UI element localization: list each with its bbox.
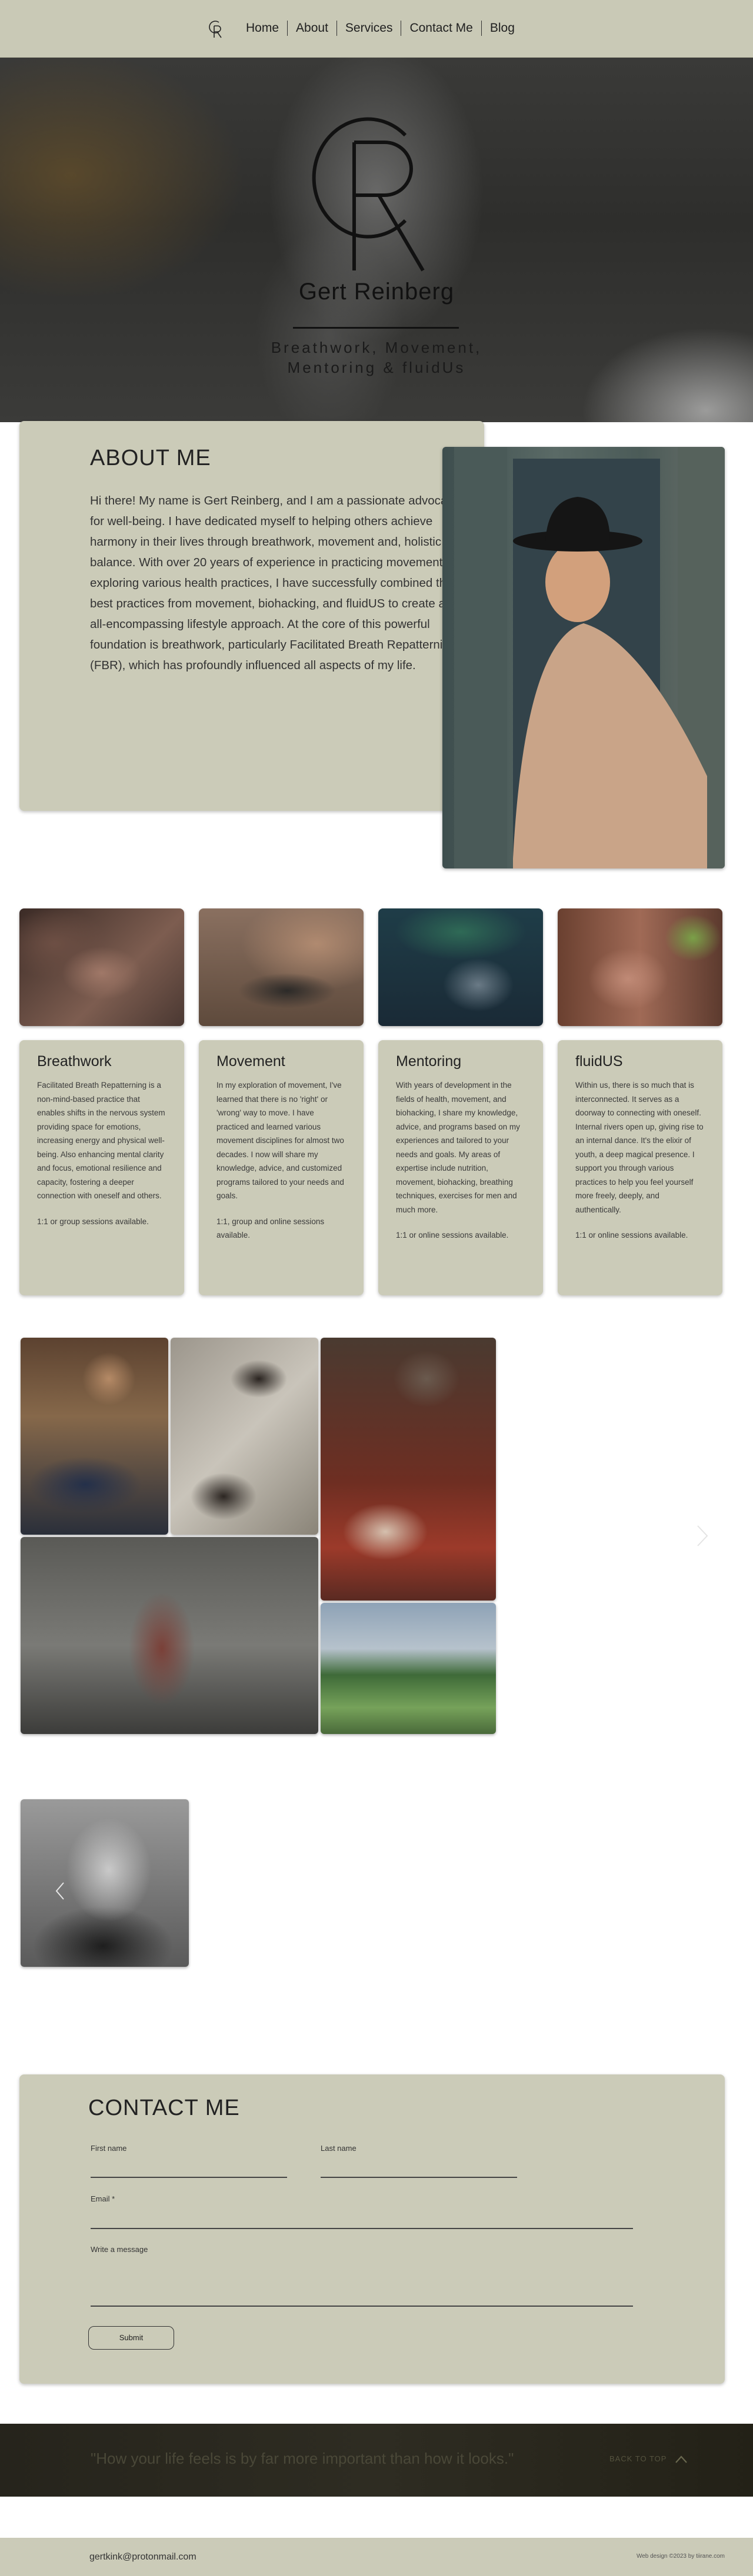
last-name-input[interactable] [321, 2177, 517, 2178]
service-description: Within us, there is so much that is inte… [575, 1081, 704, 1214]
nav-link-contact[interactable]: Contact Me [401, 21, 481, 36]
about-portrait-photo [442, 447, 725, 868]
gr-monogram-icon[interactable] [207, 19, 224, 39]
fluidus-image [558, 908, 722, 1026]
service-card-fluidus: fluidUS Within us, there is so much that… [558, 1040, 722, 1295]
chevron-right-icon[interactable] [695, 1524, 709, 1548]
service-title: fluidUS [575, 1053, 623, 1070]
about-card: ABOUT ME Hi there! My name is Gert Reinb… [19, 421, 484, 811]
back-to-top-link[interactable]: BACK TO TOP [609, 2454, 667, 2463]
nav-link-home[interactable]: Home [238, 21, 287, 36]
gr-monogram-logo [312, 117, 425, 272]
gallery-photo-ritual-items[interactable] [171, 1338, 318, 1535]
mentoring-image [378, 908, 543, 1026]
hero-subtitle-line-2: Mentoring & fluidUs [287, 359, 466, 376]
quote-text: "How your life feels is by far more impo… [91, 2450, 514, 2467]
contact-form-card: CONTACT ME First name Last name Email * … [19, 2074, 725, 2384]
message-label: Write a message [91, 2245, 148, 2254]
hero-divider [293, 327, 459, 329]
service-availability: 1:1 or online sessions available. [575, 1231, 688, 1239]
service-title: Movement [216, 1053, 285, 1070]
breathwork-image [19, 908, 184, 1026]
service-card-movement: Movement In my exploration of movement, … [199, 1040, 364, 1295]
email-input[interactable] [91, 2228, 633, 2229]
hero-subtitle-line-1: Breathwork, Movement, [271, 339, 482, 356]
service-description: With years of development in the fields … [396, 1081, 520, 1214]
nav-link-blog[interactable]: Blog [481, 21, 523, 36]
quote-band: "How your life feels is by far more impo… [0, 2424, 753, 2497]
hero-subtitle: Breathwork, Movement, Mentoring & fluidU… [0, 338, 753, 377]
message-textarea[interactable] [91, 2306, 633, 2307]
service-card-breathwork: Breathwork Facilitated Breath Repatterni… [19, 1040, 184, 1295]
about-text: Hi there! My name is Gert Reinberg, and … [90, 494, 467, 672]
about-title: ABOUT ME [90, 446, 211, 470]
email-label: Email * [91, 2194, 115, 2203]
gallery-photo-bodywork[interactable] [321, 1338, 496, 1601]
service-availability: 1:1 or online sessions available. [396, 1231, 509, 1239]
first-name-input[interactable] [91, 2177, 287, 2178]
gallery-photo-rice-field[interactable] [321, 1603, 496, 1734]
portrait-illustration [454, 447, 725, 868]
movement-image [199, 908, 364, 1026]
submit-button[interactable]: Submit [88, 2326, 174, 2350]
footer-email-link[interactable]: gertkink@protonmail.com [89, 2552, 196, 2562]
footer-credit[interactable]: Web design ©2023 by tiirane.com [637, 2553, 725, 2560]
blog-slide-image[interactable] [21, 1799, 189, 1967]
first-name-label: First name [91, 2144, 127, 2153]
top-nav: Home About Services Contact Me Blog [0, 0, 753, 58]
service-availability: 1:1 or group sessions available. [37, 1217, 149, 1226]
hero-name: Gert Reinberg [298, 279, 455, 305]
service-description: Facilitated Breath Repatterning is a non… [37, 1081, 165, 1200]
nav-link-services[interactable]: Services [336, 21, 401, 36]
nav-link-about[interactable]: About [287, 21, 336, 36]
nav-links: Home About Services Contact Me Blog [238, 21, 523, 36]
contact-title: CONTACT ME [88, 2096, 240, 2120]
service-card-mentoring: Mentoring With years of development in t… [378, 1040, 543, 1295]
last-name-label: Last name [321, 2144, 356, 2153]
service-availability: 1:1, group and online sessions available… [216, 1217, 325, 1239]
service-title: Mentoring [396, 1053, 462, 1070]
gallery-photo-movement-gym[interactable] [21, 1537, 318, 1734]
chevron-left-icon[interactable] [55, 1882, 65, 1900]
service-title: Breathwork [37, 1053, 112, 1070]
chevron-up-icon[interactable] [674, 2453, 688, 2465]
gallery-photo-breath-session[interactable] [21, 1338, 168, 1535]
footer: gertkink@protonmail.com Web design ©2023… [0, 2538, 753, 2576]
hero-banner: Gert Reinberg Breathwork, Movement, Ment… [0, 58, 753, 422]
service-description: In my exploration of movement, I've lear… [216, 1081, 344, 1200]
